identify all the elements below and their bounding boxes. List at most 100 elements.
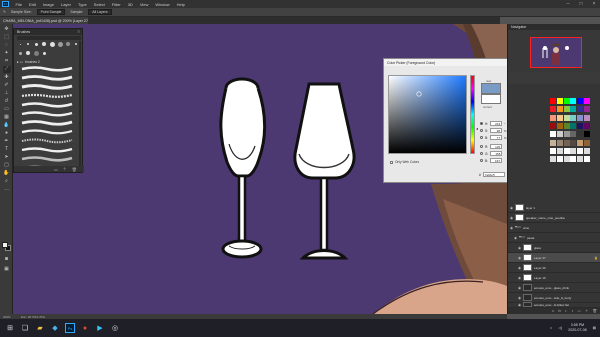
- visibility-eye-icon[interactable]: ◉: [516, 303, 523, 307]
- foreground-color-swatch[interactable]: [2, 242, 8, 248]
- brushes-scrollbar[interactable]: [79, 41, 81, 169]
- menu-view[interactable]: View: [136, 2, 152, 7]
- chrome-icon[interactable]: ●: [80, 323, 90, 333]
- path-selection-icon[interactable]: ➤: [3, 154, 11, 161]
- swatch[interactable]: [570, 131, 577, 138]
- saturation-input[interactable]: 38: [490, 128, 503, 133]
- visibility-eye-icon[interactable]: ◉: [516, 256, 523, 260]
- zoom-tool-icon[interactable]: ⌕: [3, 178, 11, 185]
- hue-slider-arrow-icon[interactable]: ◂: [476, 126, 478, 131]
- swatch[interactable]: [577, 98, 584, 104]
- layer-row[interactable]: ◉ Layer 26: [508, 263, 600, 273]
- swatch[interactable]: [577, 147, 584, 154]
- saturation-radio[interactable]: [480, 129, 483, 132]
- menu-3d[interactable]: 3D: [124, 2, 136, 7]
- swatch[interactable]: [570, 98, 577, 104]
- shape-tool-icon[interactable]: ▢: [3, 162, 11, 169]
- dodge-tool-icon[interactable]: ●: [3, 130, 11, 137]
- gradient-tool-icon[interactable]: ▦: [3, 114, 11, 121]
- app-icon[interactable]: ◆: [50, 323, 60, 333]
- crop-tool-icon[interactable]: ⌗: [3, 58, 11, 65]
- delete-layer-icon[interactable]: 🗑: [592, 309, 597, 313]
- swatch[interactable]: [583, 139, 590, 146]
- blue-radio[interactable]: [480, 159, 483, 162]
- media-player-icon[interactable]: ▶: [95, 323, 105, 333]
- swatch[interactable]: [570, 106, 577, 113]
- new-group-icon[interactable]: ▭: [577, 309, 580, 313]
- current-color-swatch[interactable]: [481, 94, 501, 104]
- brightness-input[interactable]: 77: [490, 135, 503, 140]
- adjustment-layer-icon[interactable]: ◑: [571, 309, 573, 313]
- brush-preset[interactable]: [65, 41, 71, 47]
- healing-brush-icon[interactable]: ✚: [3, 74, 11, 81]
- swatch[interactable]: [550, 131, 557, 138]
- swatch[interactable]: [563, 147, 570, 154]
- swatch[interactable]: [583, 147, 590, 154]
- swatch[interactable]: [563, 98, 570, 104]
- brush-preset[interactable]: [25, 50, 31, 56]
- swatch[interactable]: [583, 156, 590, 163]
- blue-input[interactable]: 197: [490, 158, 503, 163]
- brush-preset[interactable]: [25, 41, 31, 47]
- sample-size-select[interactable]: Point Sample: [36, 9, 66, 15]
- notifications-icon[interactable]: ▤: [593, 326, 596, 330]
- color-field[interactable]: [388, 75, 467, 154]
- swatch[interactable]: [556, 139, 563, 146]
- maximize-icon[interactable]: □: [575, 0, 587, 8]
- menu-type[interactable]: Type: [75, 2, 91, 7]
- red-input[interactable]: 122: [490, 144, 503, 149]
- swatch[interactable]: [570, 114, 577, 121]
- swatch[interactable]: [570, 156, 577, 163]
- layer-row-selected[interactable]: ◉ Layer 27 🔒: [508, 253, 600, 263]
- hex-input[interactable]: 7a9bc5: [482, 172, 505, 177]
- swatch[interactable]: [583, 114, 590, 121]
- history-brush-icon[interactable]: ↺: [3, 98, 11, 105]
- panel-menu-icon[interactable]: ≡: [78, 29, 80, 34]
- visibility-eye-icon[interactable]: ◉: [516, 266, 523, 270]
- link-layers-icon[interactable]: ∞: [552, 309, 555, 313]
- eraser-tool-icon[interactable]: ▭: [3, 106, 11, 113]
- brush-preset[interactable]: [17, 41, 23, 47]
- visibility-eye-icon[interactable]: ◉: [512, 236, 519, 240]
- swatch[interactable]: [570, 122, 577, 129]
- swatch[interactable]: [563, 156, 570, 163]
- swatch[interactable]: [550, 114, 557, 121]
- swatch[interactable]: [577, 131, 584, 138]
- swatch[interactable]: [556, 147, 563, 154]
- brush-stroke-previews[interactable]: [20, 65, 74, 173]
- delete-brush-icon[interactable]: 🗑: [72, 167, 77, 172]
- red-radio[interactable]: [480, 145, 483, 148]
- visibility-eye-icon[interactable]: ◉: [516, 286, 523, 290]
- layer-group-row[interactable]: ◉ ▾▭ pasta: [508, 233, 600, 243]
- menu-filter[interactable]: Filter: [108, 2, 124, 7]
- layer-style-icon[interactable]: fx: [558, 309, 561, 313]
- swatch[interactable]: [556, 131, 563, 138]
- brush-preset[interactable]: [49, 41, 55, 47]
- windows-start-icon[interactable]: ⊞: [5, 323, 15, 333]
- hue-slider[interactable]: [470, 75, 475, 154]
- eyedropper-icon[interactable]: ⟋: [2, 66, 11, 73]
- menu-image[interactable]: Image: [39, 2, 57, 7]
- close-window-icon[interactable]: ×: [588, 0, 600, 8]
- visibility-eye-icon[interactable]: ◉: [508, 206, 515, 210]
- type-tool-icon[interactable]: T: [3, 146, 11, 153]
- visibility-eye-icon[interactable]: ◉: [516, 246, 523, 250]
- swatch[interactable]: [563, 106, 570, 113]
- more-tools-icon[interactable]: …: [3, 186, 11, 193]
- brush-preset[interactable]: [17, 50, 23, 56]
- menu-window[interactable]: Window: [152, 2, 173, 7]
- only-web-colors-checkbox[interactable]: Only Web Colors: [390, 160, 419, 164]
- visibility-eye-icon[interactable]: ◉: [516, 276, 523, 280]
- swatch[interactable]: [577, 106, 584, 113]
- swatch[interactable]: [583, 98, 590, 104]
- swatch[interactable]: [563, 139, 570, 146]
- clone-stamp-icon[interactable]: ⊥: [3, 90, 11, 97]
- layer-row[interactable]: ◉ Layer 16: [508, 273, 600, 283]
- photoshop-taskbar-icon[interactable]: Ps: [65, 323, 75, 333]
- swatch[interactable]: [577, 114, 584, 121]
- green-radio[interactable]: [480, 152, 483, 155]
- brush-preset[interactable]: [41, 41, 47, 47]
- swatch[interactable]: [563, 114, 570, 121]
- swatch[interactable]: [550, 139, 557, 146]
- checkbox-icon[interactable]: [390, 160, 393, 164]
